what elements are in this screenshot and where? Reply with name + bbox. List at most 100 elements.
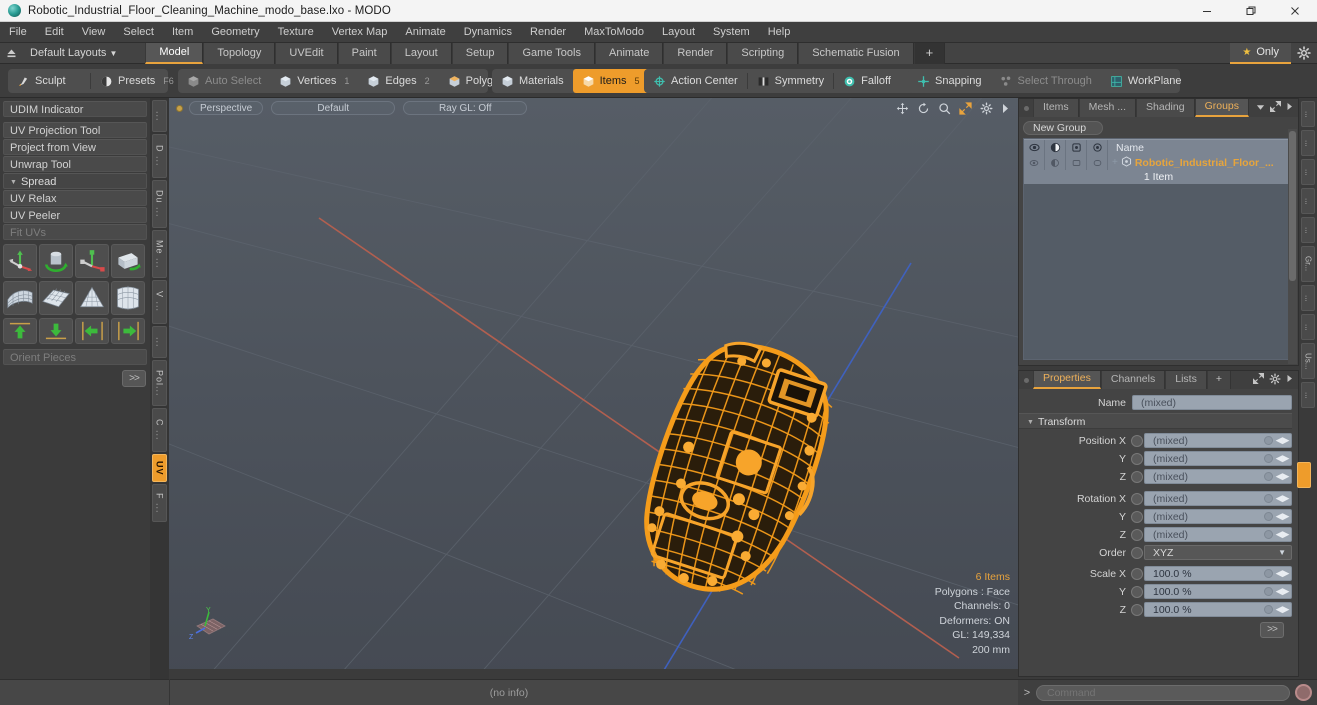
vtab-right-2[interactable]: ... [1301, 159, 1315, 185]
position-x-key-toggle[interactable] [1131, 434, 1143, 447]
tab-game-tools[interactable]: Game Tools [508, 42, 595, 64]
tab-channels[interactable]: Channels [1100, 371, 1166, 389]
groups-tree-empty-area[interactable] [1024, 184, 1293, 359]
vtab-left-polygon[interactable]: Pol... [152, 360, 167, 406]
transform-section-header[interactable]: ▼ Transform [1019, 413, 1292, 429]
panel-menu-dot[interactable] [1019, 99, 1033, 117]
uv-tool-uv-peeler[interactable]: UV Peeler [3, 207, 147, 223]
row-selectable-toggle[interactable] [1087, 155, 1108, 170]
row-visibility-toggle[interactable] [1024, 155, 1045, 170]
falloff-button[interactable]: Falloff [834, 69, 900, 93]
tab-layout[interactable]: Layout [390, 42, 452, 64]
vtab-left-f[interactable]: F ... [152, 484, 167, 522]
scale-y-stepper[interactable]: ◀▶ [1275, 585, 1290, 598]
name-field[interactable]: (mixed) [1132, 395, 1292, 410]
uv-tool-project-from-view[interactable]: Project from View [3, 139, 147, 155]
expand-plus-icon[interactable]: + [1112, 157, 1118, 168]
menu-animate[interactable]: Animate [396, 22, 454, 43]
minimize-icon[interactable] [1185, 0, 1229, 22]
scale-y-handle[interactable] [1264, 587, 1273, 596]
menu-edit[interactable]: Edit [36, 22, 73, 43]
groups-scrollbar[interactable] [1288, 129, 1297, 364]
position-z-key-toggle[interactable] [1131, 470, 1143, 483]
chevron-right-icon[interactable] [1286, 374, 1293, 386]
tab-mesh[interactable]: Mesh ... [1078, 99, 1137, 117]
rotate-icon[interactable] [917, 102, 930, 115]
workplane-button[interactable]: WorkPlane [1101, 69, 1191, 93]
tab-scripting[interactable]: Scripting [727, 42, 799, 64]
tab-schematic-fusion[interactable]: Schematic Fusion [798, 42, 914, 64]
scale-x-field[interactable]: 100.0 % ◀▶ [1144, 566, 1292, 581]
uv-flip-tool-icon[interactable] [111, 244, 145, 278]
gear-icon[interactable] [1291, 43, 1317, 64]
menu-file[interactable]: File [0, 22, 36, 43]
rotation-z-stepper[interactable]: ◀▶ [1275, 528, 1290, 541]
menu-item[interactable]: Item [163, 22, 202, 43]
menu-maxtomodo[interactable]: MaxToModo [575, 22, 653, 43]
rotation-z-handle[interactable] [1264, 530, 1273, 539]
rotation-x-field[interactable]: (mixed) ◀▶ [1144, 491, 1292, 506]
vtab-right-4[interactable]: ... [1301, 217, 1315, 243]
vtab-left-mesh[interactable]: Me ... [152, 230, 167, 278]
chevron-down-icon[interactable] [1256, 102, 1265, 114]
scale-x-stepper[interactable]: ◀▶ [1275, 567, 1290, 580]
uv-grid-flat-icon[interactable] [39, 281, 73, 315]
presets-button[interactable]: Presets F6 [91, 69, 174, 93]
expand-icon[interactable] [1252, 372, 1265, 387]
close-icon[interactable] [1273, 0, 1317, 22]
position-z-field[interactable]: (mixed) ◀▶ [1144, 469, 1292, 484]
menu-render[interactable]: Render [521, 22, 575, 43]
uv-tool-uv-projection-tool[interactable]: UV Projection Tool [3, 122, 147, 138]
viewport-raygl-chip[interactable]: Ray GL: Off [403, 101, 528, 115]
row-render-toggle[interactable] [1045, 155, 1066, 170]
vtab-right-3[interactable]: ... [1301, 188, 1315, 214]
expand-icon[interactable] [1269, 100, 1282, 115]
uv-tool-uv-relax[interactable]: UV Relax [3, 190, 147, 206]
eject-icon[interactable] [0, 43, 22, 64]
tab-uvedit[interactable]: UVEdit [275, 42, 338, 64]
scale-x-key-toggle[interactable] [1131, 567, 1143, 580]
layout-name-label[interactable]: Default Layouts [22, 47, 112, 59]
left-panel-more-button[interactable]: >> [122, 370, 146, 387]
rotation-y-handle[interactable] [1264, 512, 1273, 521]
tab-topology[interactable]: Topology [203, 42, 276, 64]
pan-icon[interactable] [896, 102, 909, 115]
add-properties-tab-button[interactable]: + [1206, 371, 1231, 389]
position-z-stepper[interactable]: ◀▶ [1275, 470, 1290, 483]
vertices-button[interactable]: Vertices 1 [270, 69, 358, 93]
menu-texture[interactable]: Texture [269, 22, 323, 43]
sculpt-button[interactable]: Sculpt [8, 69, 90, 93]
align-right-icon[interactable] [111, 318, 145, 344]
menu-select[interactable]: Select [114, 22, 163, 43]
uv-tool-spread-group[interactable]: ▼ Spread [3, 173, 147, 189]
vtab-right-6[interactable]: ... [1301, 285, 1315, 311]
vtab-left-uv[interactable]: UV [152, 454, 167, 482]
uv-tool-unwrap-tool[interactable]: Unwrap Tool [3, 156, 147, 172]
gear-icon[interactable] [980, 102, 993, 115]
viewport-view-mode-chip[interactable]: Perspective [189, 101, 264, 115]
uv-tool-udim-indicator[interactable]: UDIM Indicator [3, 101, 147, 117]
viewport-scene[interactable] [169, 98, 1018, 679]
menu-help[interactable]: Help [759, 22, 800, 43]
vtab-right-group[interactable]: Gr... [1301, 246, 1315, 282]
position-x-field[interactable]: (mixed) ◀▶ [1144, 433, 1292, 448]
scale-z-field[interactable]: 100.0 % ◀▶ [1144, 602, 1292, 617]
viewport-shading-chip[interactable]: Default [271, 101, 396, 115]
order-key-toggle[interactable] [1131, 546, 1143, 559]
vtab-right-0[interactable]: ... [1301, 101, 1315, 127]
menu-geometry[interactable]: Geometry [202, 22, 268, 43]
tab-lists[interactable]: Lists [1165, 371, 1207, 389]
chevron-right-icon[interactable] [1001, 103, 1010, 114]
restore-icon[interactable] [1229, 0, 1273, 22]
tab-animate[interactable]: Animate [594, 42, 664, 64]
rotation-x-stepper[interactable]: ◀▶ [1275, 492, 1290, 505]
vtab-right-9[interactable]: ... [1301, 382, 1315, 408]
vtab-left-5[interactable]: ... [152, 326, 167, 358]
order-dropdown[interactable]: XYZ ▼ [1144, 545, 1292, 560]
symmetry-button[interactable]: Symmetry [748, 69, 834, 93]
snapping-button[interactable]: Snapping [908, 69, 991, 93]
position-x-stepper[interactable]: ◀▶ [1275, 434, 1290, 447]
rotation-y-field[interactable]: (mixed) ◀▶ [1144, 509, 1292, 524]
uv-conform-icon[interactable] [3, 281, 37, 315]
position-y-key-toggle[interactable] [1131, 452, 1143, 465]
